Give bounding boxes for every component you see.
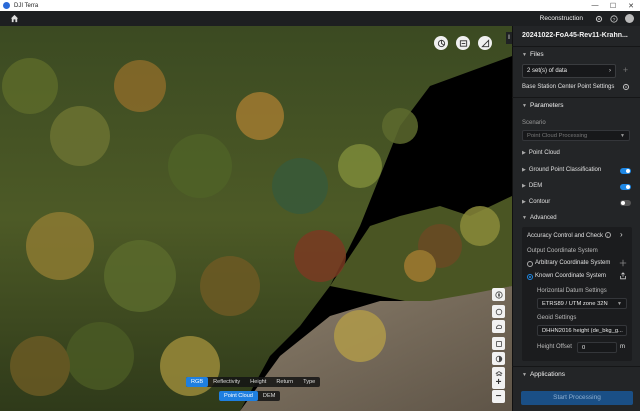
window-title-bar: DJI Terra — ☐ ✕ (0, 0, 640, 11)
settings-gear-icon[interactable] (595, 15, 603, 23)
arbitrary-coord-radio[interactable] (527, 261, 533, 267)
start-processing-button[interactable]: Start Processing (521, 391, 633, 405)
point-cloud-viewport[interactable]: ‖ + − RGB Reflectivity Height Return Typ… (0, 26, 512, 411)
height-offset-value: 0 (582, 345, 586, 351)
top-nav: Reconstruction ? (0, 11, 640, 26)
add-dataset-button[interactable]: + (619, 64, 632, 78)
zoom-out-button[interactable]: − (492, 390, 505, 403)
project-title: 20241022-FoA45-Rev11-Krahn... (522, 32, 628, 39)
dropdown-caret-icon: ▼ (620, 133, 625, 139)
scenario-label: Scenario (522, 120, 546, 126)
height-offset-label: Height Offset (537, 344, 572, 350)
display-mode-bar: RGB Reflectivity Height Return Type (186, 377, 321, 387)
scenario-value: Point Cloud Processing (527, 133, 588, 139)
dataset-selector[interactable]: 2 set(s) of data › (522, 64, 616, 78)
horizontal-datum-select[interactable]: ETRS89 / UTM zone 32N ▼ (537, 298, 627, 309)
point-cloud-scene (0, 26, 512, 411)
accuracy-control-row[interactable]: Accuracy Control and Check i (527, 232, 611, 239)
layer-point-cloud-button[interactable]: Point Cloud (219, 391, 258, 401)
svg-text:?: ? (613, 16, 616, 22)
geoid-settings-label: Geoid Settings (537, 315, 577, 321)
mode-rgb-button[interactable]: RGB (186, 377, 209, 387)
view-reset-icon[interactable] (492, 305, 505, 318)
minimize-button[interactable]: — (586, 2, 604, 10)
user-avatar[interactable] (625, 14, 634, 23)
info-icon: i (604, 232, 611, 238)
contour-toggle[interactable] (620, 200, 631, 206)
mode-type-button[interactable]: Type (298, 377, 320, 387)
horizontal-datum-value: ETRS89 / UTM zone 32N (542, 301, 608, 307)
clipping-box-icon[interactable] (492, 337, 505, 350)
maximize-button[interactable]: ☐ (604, 2, 622, 10)
arbitrary-coord-label[interactable]: Arbitrary Coordinate System (535, 260, 610, 266)
help-icon[interactable]: ? (610, 14, 618, 23)
mode-return-button[interactable]: Return (271, 377, 298, 387)
chevron-right-icon: › (609, 68, 611, 74)
angle-tool-icon[interactable] (478, 36, 492, 50)
geoid-value: DHHN2016 height (de_bkg_g... (542, 328, 623, 334)
files-section-header[interactable]: ▼ Files (522, 51, 544, 58)
coordinate-tool-icon[interactable] (619, 259, 627, 269)
reconstruction-mode-label: Reconstruction (539, 15, 583, 22)
point-cloud-row[interactable]: ▶ Point Cloud (522, 150, 560, 156)
dataset-count-label: 2 set(s) of data (527, 68, 568, 74)
known-coord-radio[interactable] (527, 274, 533, 280)
layer-dem-button[interactable]: DEM (258, 391, 280, 401)
home-icon[interactable] (9, 14, 19, 24)
height-offset-input[interactable]: 0 (577, 342, 617, 353)
app-title: DJI Terra (14, 2, 39, 9)
ground-classification-toggle[interactable] (620, 168, 631, 174)
known-coord-label[interactable]: Known Coordinate System (535, 273, 606, 279)
advanced-row[interactable]: ▼ Advanced (522, 215, 557, 221)
layer-switch-bar: Point Cloud DEM (219, 391, 281, 401)
contour-row[interactable]: ▶ Contour (522, 199, 550, 205)
dji-terra-logo-icon (3, 2, 10, 9)
mode-reflectivity-button[interactable]: Reflectivity (208, 377, 245, 387)
dem-row[interactable]: ▶ DEM (522, 183, 542, 189)
export-icon[interactable] (619, 272, 627, 282)
dropdown-caret-icon: ▼ (617, 301, 622, 307)
ground-classification-row[interactable]: ▶ Ground Point Classification (522, 167, 601, 173)
base-station-gear-icon[interactable] (622, 83, 630, 93)
chevron-right-icon[interactable]: › (620, 230, 623, 239)
close-window-button[interactable]: ✕ (622, 2, 640, 10)
contrast-icon[interactable] (492, 352, 505, 365)
output-coordinate-label: Output Coordinate System (527, 248, 598, 254)
height-unit-label: m (620, 344, 625, 350)
geoid-select[interactable]: DHHN2016 height (de_bkg_g... (537, 325, 627, 336)
compass-icon[interactable] (492, 288, 505, 301)
applications-section-header[interactable]: ▼ Applications (522, 371, 565, 378)
parameters-section-header[interactable]: ▼ Parameters (522, 102, 564, 109)
base-station-settings-label[interactable]: Base Station Center Point Settings (522, 84, 614, 90)
annotation-tool-icon[interactable] (456, 36, 470, 50)
cloud-view-icon[interactable] (492, 320, 505, 333)
dem-toggle[interactable] (620, 184, 631, 190)
scenario-select: Point Cloud Processing ▼ (522, 130, 630, 141)
mode-height-button[interactable]: Height (245, 377, 271, 387)
zoom-in-button[interactable]: + (492, 376, 505, 389)
horizontal-datum-label: Horizontal Datum Settings (537, 288, 607, 294)
measure-tool-icon[interactable] (434, 36, 448, 50)
